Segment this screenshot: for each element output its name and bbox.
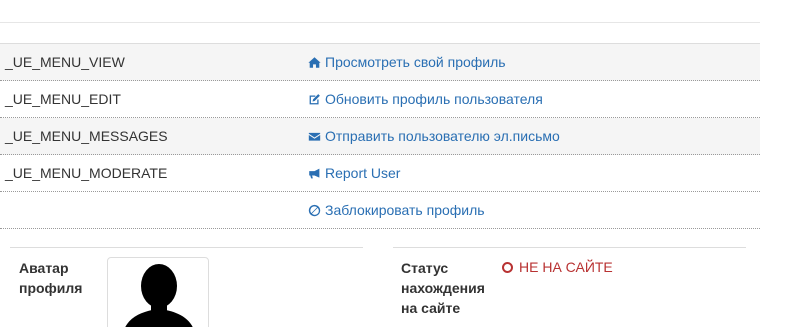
profile-menu-table: _UE_MENU_VIEW Просмотреть свой профиль _… <box>0 43 760 229</box>
envelope-icon <box>308 130 321 143</box>
edit-icon <box>308 93 321 106</box>
view-profile-label: Просмотреть свой профиль <box>325 54 506 70</box>
menu-row-block: Заблокировать профиль <box>0 192 760 229</box>
menu-row-moderate: _UE_MENU_MODERATE Report User <box>0 155 760 192</box>
menu-row-view: _UE_MENU_VIEW Просмотреть свой профиль <box>0 44 760 81</box>
bullhorn-icon <box>308 167 321 180</box>
edit-profile-link[interactable]: Обновить профиль пользователя <box>308 81 543 118</box>
menu-key: _UE_MENU_MODERATE <box>5 165 168 181</box>
menu-key: _UE_MENU_MESSAGES <box>5 128 168 144</box>
menu-row-messages: _UE_MENU_MESSAGES Отправить пользователю… <box>0 118 760 155</box>
online-status-text: НЕ НА САЙТЕ <box>519 259 613 275</box>
status-panel-divider <box>393 247 746 248</box>
block-profile-label: Заблокировать профиль <box>325 202 485 218</box>
status-label: Статус нахождения на сайте <box>401 260 485 316</box>
avatar-label: Аватар профиля <box>19 260 83 296</box>
report-user-link[interactable]: Report User <box>308 155 400 192</box>
report-user-label: Report User <box>325 165 401 181</box>
offline-circle-icon <box>502 261 513 273</box>
view-profile-link[interactable]: Просмотреть свой профиль <box>308 44 506 81</box>
ban-icon <box>308 204 321 217</box>
top-strip <box>0 0 760 23</box>
online-status-badge: НЕ НА САЙТЕ <box>502 258 613 276</box>
menu-key: _UE_MENU_EDIT <box>5 91 121 107</box>
home-icon <box>308 56 321 69</box>
avatar-panel-divider <box>10 247 363 248</box>
avatar <box>107 257 209 327</box>
block-profile-link[interactable]: Заблокировать профиль <box>308 192 485 229</box>
menu-key: _UE_MENU_VIEW <box>5 54 125 70</box>
menu-row-edit: _UE_MENU_EDIT Обновить профиль пользоват… <box>0 81 760 118</box>
edit-profile-label: Обновить профиль пользователя <box>325 91 543 107</box>
avatar-silhouette-icon <box>125 264 193 327</box>
send-email-label: Отправить пользователю эл.письмо <box>325 128 560 144</box>
send-email-link[interactable]: Отправить пользователю эл.письмо <box>308 118 560 155</box>
